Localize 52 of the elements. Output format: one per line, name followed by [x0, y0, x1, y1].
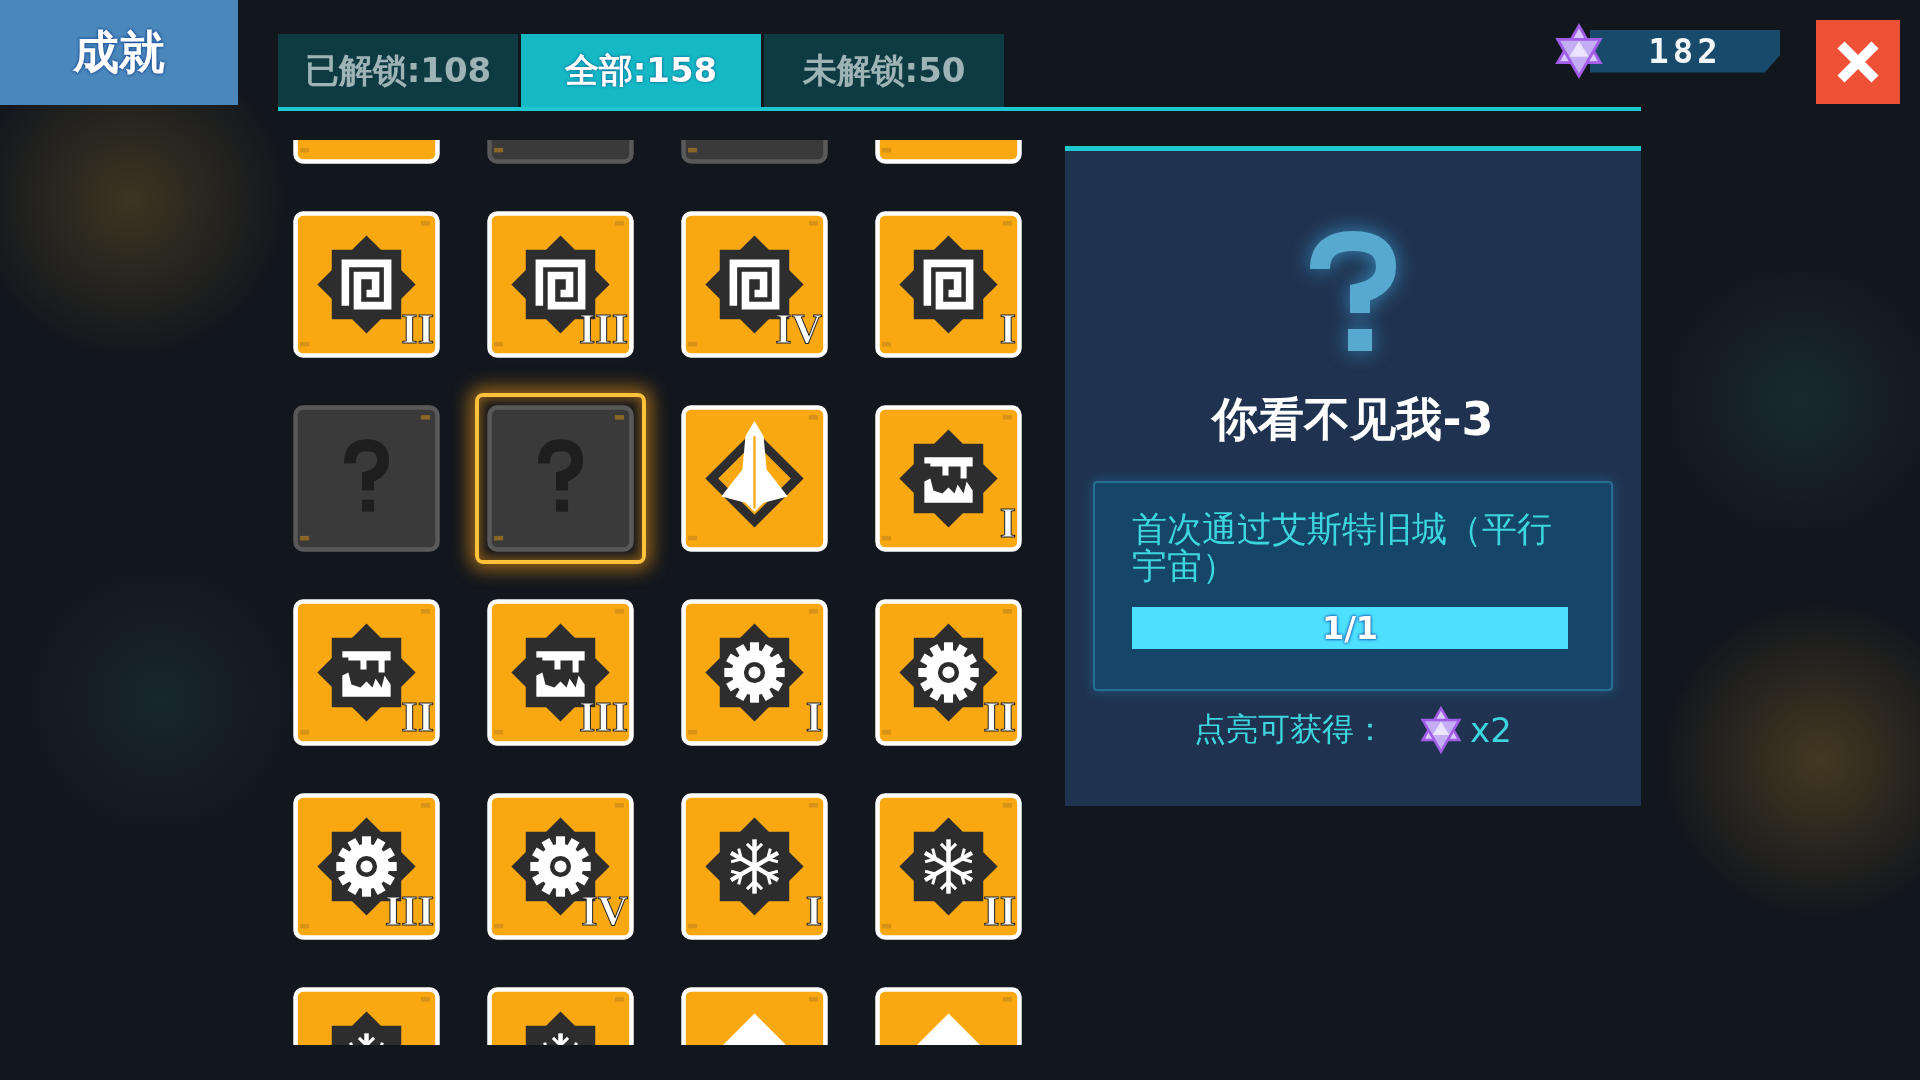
reward-amount: x2: [1470, 710, 1512, 750]
currency-amount: 182: [1590, 29, 1780, 73]
achievement-badge[interactable]: II: [863, 587, 1024, 758]
gear-icon: [485, 791, 636, 942]
level-numeral: II: [401, 696, 434, 738]
level-numeral: III: [578, 308, 628, 350]
achievement-badge[interactable]: III: [475, 199, 646, 370]
level-numeral: III: [384, 890, 434, 932]
cave-icon: [485, 597, 636, 748]
achievement-badge[interactable]: III: [475, 587, 646, 758]
filter-tab[interactable]: 未解锁:50: [764, 34, 1004, 107]
level-numeral: IV: [775, 308, 822, 350]
ship-icon: [679, 403, 830, 554]
gear-icon: [291, 791, 442, 942]
spiral-icon: [291, 209, 442, 360]
achievement-badge[interactable]: I: [863, 393, 1024, 564]
level-numeral: IV: [581, 890, 628, 932]
achievement-badge[interactable]: I: [669, 587, 840, 758]
spiral-icon: [485, 209, 636, 360]
achievement-badge[interactable]: [475, 393, 646, 564]
level-numeral: I: [805, 890, 822, 932]
filter-tab[interactable]: 已解锁:108: [278, 34, 518, 107]
close-button[interactable]: [1816, 20, 1900, 104]
achievement-description: 首次通过艾斯特旧城（平行宇宙）: [1132, 511, 1553, 585]
filter-tab[interactable]: 全部:158: [521, 34, 761, 107]
spiral-icon: [873, 209, 1024, 360]
achievement-badge[interactable]: II: [291, 587, 452, 758]
achievement-badge[interactable]: IV: [475, 781, 646, 952]
gear-icon: [679, 597, 830, 748]
achievement-title: 你看不见我-3: [1212, 391, 1494, 448]
level-numeral: II: [401, 308, 434, 350]
level-numeral: II: [983, 696, 1016, 738]
achievement-badge[interactable]: II: [863, 781, 1024, 952]
level-numeral: I: [999, 502, 1016, 544]
reward-label: 点亮可获得：: [1194, 709, 1387, 750]
achievement-badge[interactable]: II: [291, 199, 452, 370]
level-numeral: III: [578, 696, 628, 738]
screen-title: 成就: [0, 0, 238, 105]
level-numeral: I: [999, 308, 1016, 350]
level-numeral: II: [983, 890, 1016, 932]
level-numeral: I: [805, 696, 822, 738]
progress-reading: 1/1: [1321, 608, 1379, 647]
achievement-badge[interactable]: I: [863, 199, 1024, 370]
achievement-badge[interactable]: I: [669, 781, 840, 952]
cave-icon: [873, 403, 1024, 554]
gear-icon: [873, 597, 1024, 748]
achievement-badge[interactable]: IV: [669, 199, 840, 370]
cave-icon: [291, 597, 442, 748]
achievement-badge[interactable]: III: [291, 781, 452, 952]
spiral-icon: [679, 209, 830, 360]
snowflake-icon: [873, 791, 1024, 942]
snowflake-icon: [679, 791, 830, 942]
